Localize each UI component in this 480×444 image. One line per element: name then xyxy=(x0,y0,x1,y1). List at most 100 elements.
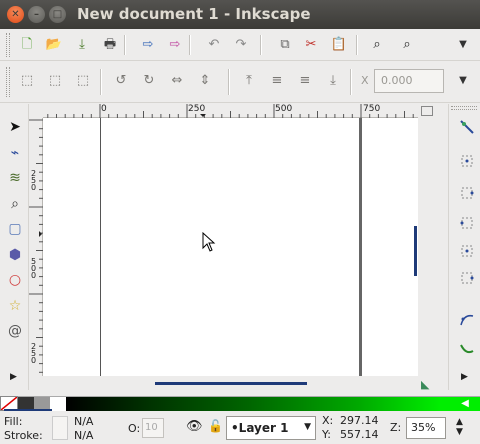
layer-visibility-eye-icon[interactable]: 👁 xyxy=(186,419,203,434)
snap-controls-bar: ▶ xyxy=(448,104,480,390)
new-document-icon[interactable]: 🗋 xyxy=(18,36,36,54)
open-icon[interactable]: 📂 xyxy=(45,36,63,54)
ruler-ticks xyxy=(47,104,414,118)
ellipse-tool-icon[interactable]: ○ xyxy=(4,269,26,291)
minimize-window-button[interactable]: – xyxy=(28,6,45,23)
ruler-label: 500 xyxy=(31,257,37,280)
drawing-canvas[interactable] xyxy=(43,118,418,376)
ruler-label: 250 xyxy=(31,169,37,192)
inkscape-window: ✕ – □ New document 1 - Inkscape 🗋 📂 ⤓ 🖶 ⇨ ⇨ ↶ ↷… xyxy=(0,0,480,444)
rectangle-tool-icon[interactable]: ▢ xyxy=(4,218,26,240)
snap-nodes-icon[interactable] xyxy=(457,310,477,330)
cms-toggle-icon[interactable]: ◣ xyxy=(421,379,433,391)
export-icon[interactable]: ⇨ xyxy=(166,36,184,54)
import-icon[interactable]: ⇨ xyxy=(139,36,157,54)
snap-bbox-center-icon[interactable] xyxy=(457,269,477,289)
spiral-tool-icon[interactable]: @ xyxy=(4,320,26,342)
snap-bbox-edge-icon[interactable] xyxy=(457,184,477,204)
snap-bbox-corner-icon[interactable] xyxy=(457,214,477,234)
style-indicator-swatch[interactable] xyxy=(52,416,68,440)
vertical-scrollbar[interactable] xyxy=(418,118,432,376)
zoom-tool-icon[interactable]: ⌕ xyxy=(4,193,26,215)
selector-tool-icon[interactable]: ➤ xyxy=(4,116,26,138)
vertical-scroll-thumb[interactable] xyxy=(414,226,417,276)
toolbar-overflow-arrow-icon[interactable]: ▼ xyxy=(456,38,470,52)
zoom-corner-icon[interactable] xyxy=(421,106,433,116)
toolbar-separator xyxy=(356,35,358,55)
controls-overflow-arrow-icon[interactable]: ▼ xyxy=(456,74,470,88)
toolbar-separator xyxy=(260,35,262,55)
rotate-ccw-icon[interactable]: ↺ xyxy=(112,72,130,90)
3d-box-tool-icon[interactable]: ⬢ xyxy=(4,244,26,266)
ruler-label: 250 xyxy=(31,342,37,365)
horizontal-scroll-thumb[interactable] xyxy=(155,382,307,385)
fill-value[interactable]: N/A xyxy=(74,415,93,428)
snap-path-icon[interactable] xyxy=(457,340,477,360)
print-icon[interactable]: 🖶 xyxy=(101,36,119,54)
x-coordinate-label: X xyxy=(361,74,369,87)
opacity-field[interactable]: 10 xyxy=(142,418,164,438)
snap-toggle-icon[interactable] xyxy=(457,118,477,138)
flip-vertical-icon[interactable]: ⇕ xyxy=(196,72,214,90)
stroke-value[interactable]: N/A xyxy=(74,429,93,442)
current-layer-select[interactable]: •Layer 1 ▼ xyxy=(226,416,316,440)
select-all-icon[interactable]: ⬚ xyxy=(18,72,36,90)
select-all-layers-icon[interactable]: ⬚ xyxy=(46,72,64,90)
title-bar: ✕ – □ New document 1 - Inkscape xyxy=(0,0,480,29)
toolbar-grip[interactable] xyxy=(6,33,10,57)
snap-bbox-midpoint-icon[interactable] xyxy=(457,242,477,262)
toolbar-separator xyxy=(228,69,230,95)
layer-lock-icon[interactable]: 🔓 xyxy=(208,419,223,433)
redo-icon[interactable]: ↷ xyxy=(232,36,250,54)
undo-icon[interactable]: ↶ xyxy=(205,36,223,54)
save-icon[interactable]: ⤓ xyxy=(73,36,91,54)
toolbar-grip[interactable] xyxy=(451,106,477,110)
cursor-x-value: 297.14 xyxy=(340,414,379,427)
lower-to-bottom-icon[interactable]: ⤓ xyxy=(324,72,342,90)
raise-icon[interactable]: ≡ xyxy=(268,72,286,90)
palette-menu-arrow-icon[interactable]: ◀ xyxy=(458,397,472,411)
color-palette[interactable] xyxy=(0,396,480,411)
duplicate-icon[interactable]: ⧉ xyxy=(276,36,294,54)
node-tool-icon[interactable]: ⌁ xyxy=(4,142,26,164)
cut-icon[interactable]: ✂ xyxy=(302,36,320,54)
zoom-selection-icon[interactable]: ⌕ xyxy=(368,36,386,54)
x-coordinate-field[interactable]: 0.000 xyxy=(374,69,444,93)
fill-label: Fill: xyxy=(4,415,23,428)
maximize-window-button[interactable]: □ xyxy=(49,6,66,23)
paste-icon[interactable]: 📋 xyxy=(330,36,348,54)
mouse-cursor-icon xyxy=(202,232,216,252)
star-tool-icon[interactable]: ☆ xyxy=(4,295,26,317)
ruler-label: 750 xyxy=(363,104,381,114)
close-window-button[interactable]: ✕ xyxy=(7,6,24,23)
toolbox-scroll-arrow-icon[interactable]: ▶ xyxy=(10,372,17,382)
ruler-label: 500 xyxy=(275,104,293,114)
ruler-pointer-marker xyxy=(200,114,206,117)
raise-to-top-icon[interactable]: ⤒ xyxy=(240,72,258,90)
flip-horizontal-icon[interactable]: ⇔ xyxy=(168,72,186,90)
cursor-y-value: 557.14 xyxy=(340,428,379,441)
zoom-spin-arrows-icon[interactable]: ▲ ▼ xyxy=(456,417,463,437)
lower-icon[interactable]: ≡ xyxy=(296,72,314,90)
zoom-field[interactable]: 35% xyxy=(406,417,446,439)
horizontal-ruler[interactable]: 0 250 500 750 xyxy=(43,104,433,118)
toolbar-grip[interactable] xyxy=(6,67,10,97)
page-border-right xyxy=(359,118,362,376)
ruler-label: 250 xyxy=(188,104,206,114)
page-border-left xyxy=(100,118,101,376)
toolbar-separator xyxy=(124,35,126,55)
tweak-tool-icon[interactable]: ≋ xyxy=(4,167,26,189)
opacity-label: O: xyxy=(128,422,141,435)
toolbox: ➤ ⌁ ≋ ⌕ ▢ ⬢ ○ ☆ @ ▶ xyxy=(0,104,29,390)
rotate-cw-icon[interactable]: ↻ xyxy=(140,72,158,90)
toolbar-separator xyxy=(350,69,352,95)
toolbar-separator xyxy=(189,35,191,55)
vertical-ruler[interactable]: 250 500 250 xyxy=(29,118,43,376)
snap-bbox-icon[interactable] xyxy=(457,152,477,172)
window-title: New document 1 - Inkscape xyxy=(77,5,311,23)
zoom-drawing-icon[interactable]: ⌕ xyxy=(398,36,416,54)
deselect-icon[interactable]: ⬚ xyxy=(74,72,92,90)
snapbar-scroll-arrow-icon[interactable]: ▶ xyxy=(461,372,468,382)
layer-dropdown-arrow-icon[interactable]: ▼ xyxy=(304,422,311,432)
zoom-label: Z: xyxy=(390,421,402,434)
